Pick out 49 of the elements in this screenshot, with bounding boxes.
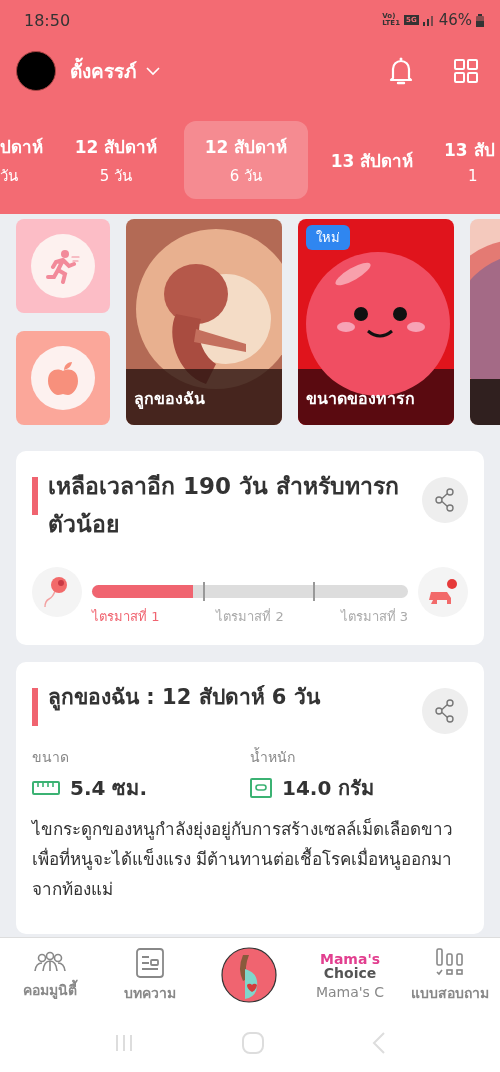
nav-label[interactable]: แบบสอบถาม (411, 982, 489, 1004)
crawling-baby-icon (418, 567, 468, 617)
shortcut-tile[interactable] (16, 219, 110, 313)
week-tab[interactable]: 12 สัปดาห์ 6 วัน (184, 121, 308, 199)
share-button[interactable] (422, 477, 468, 523)
baby-card-title: ลูกของฉัน : 12 สัปดาห์ 6 วัน (48, 684, 322, 713)
week-tab[interactable]: 12 สัปดาห์ 5 วัน (54, 121, 178, 199)
share-icon (434, 488, 456, 512)
brand-logo[interactable]: Mama's Choice (319, 952, 380, 980)
status-time: 18:50 (24, 10, 71, 30)
shortcut-tile[interactable] (16, 331, 110, 425)
week-tab[interactable]: 13 สัปดาห์ (310, 121, 434, 199)
grid-menu-icon[interactable] (454, 59, 478, 83)
battery-icon (476, 13, 484, 27)
trimester-label: ไตรมาสที่ 3 (340, 607, 408, 626)
size-label: ขนาด (32, 748, 70, 767)
apple-icon (46, 360, 80, 396)
running-person-icon (45, 248, 81, 284)
trimester-label: ไตรมาสที่ 1 (92, 607, 160, 626)
battery-percent: 46% (438, 11, 472, 29)
quiz-icon[interactable] (435, 948, 465, 978)
new-badge: ใหม่ (306, 225, 350, 250)
ruler-icon (32, 781, 60, 795)
chevron-down-icon (145, 66, 161, 76)
share-button[interactable] (422, 688, 468, 734)
nav-label[interactable]: คอมมูนิตี้ (23, 979, 77, 1001)
avatar[interactable] (16, 51, 56, 91)
description-text: ไขกระดูกของหนูกำลังยุ่งอยู่กับการสร้างเซลล์เม็ดเลือดขาว เพื่อที่หนูจะได้แข็งแรง มีต้านทานต่อเชื้อโรคเมื่อหนูออกมาจากท้องแม่ (32, 817, 454, 901)
countdown-title: เหลือเวลาอีก 190 วัน สำหรับทารกตัวน้อย (48, 472, 401, 539)
nav-label[interactable]: Mama's C (315, 984, 385, 1000)
share-icon (434, 699, 456, 723)
feature-card[interactable]: ลูกของฉัน (126, 219, 282, 425)
week-tab[interactable]: ปดาห์ วัน (0, 121, 52, 199)
sperm-icon (32, 567, 82, 617)
weight-label: น้ำหนัก (250, 746, 296, 767)
signal-icon (422, 14, 435, 26)
card-label: ลูกของฉัน (134, 388, 205, 411)
trimester-label: ไตรมาสที่ 2 (216, 607, 284, 626)
weight-value: 14.0 กรัม (282, 775, 375, 802)
size-value: 5.4 ซม. (70, 775, 147, 802)
card-label: ขนาดของทารก (306, 388, 415, 410)
pregnant-woman-button[interactable] (221, 947, 279, 1005)
week-tab[interactable]: 13 สัป 1 (444, 121, 500, 199)
scale-icon (250, 778, 272, 798)
feature-card[interactable]: ใหม่ ขนาดของทารก (298, 219, 454, 425)
profile-dropdown[interactable]: ตั้งครรภ์ (70, 56, 161, 86)
article-icon[interactable] (136, 948, 164, 978)
notification-bell-icon[interactable] (388, 56, 414, 86)
nav-label[interactable]: บทความ (124, 982, 176, 1004)
